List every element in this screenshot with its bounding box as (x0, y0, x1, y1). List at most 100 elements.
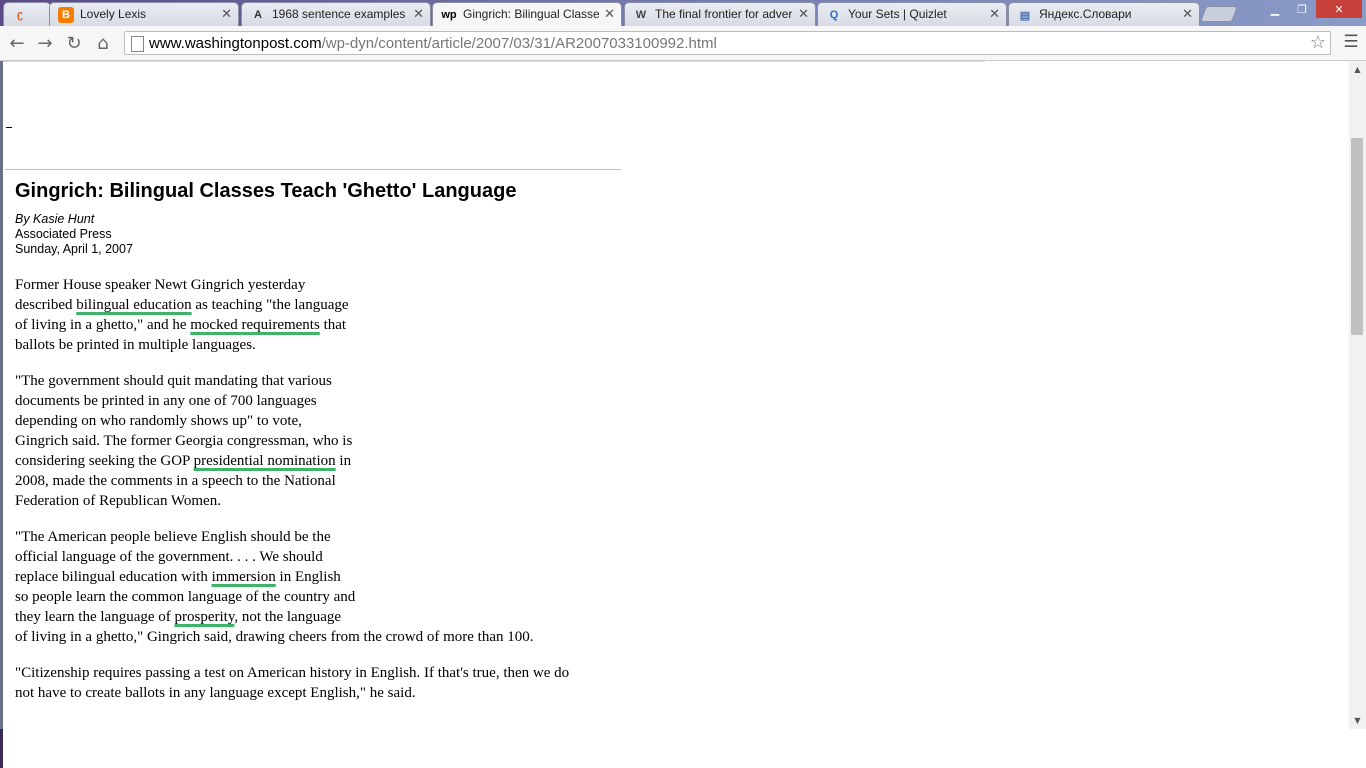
vertical-scrollbar[interactable]: ▲ ▼ (1349, 61, 1366, 729)
a-letter-icon: A (254, 9, 262, 21)
tab-close-icon[interactable]: ✕ (1182, 6, 1193, 22)
tab-3[interactable]: wp Gingrich: Bilingual Classes ✕ (432, 2, 622, 26)
scroll-up-icon[interactable]: ▲ (1349, 61, 1366, 78)
bottom-area (0, 729, 1366, 768)
url-path: /wp-dyn/content/article/2007/03/31/AR200… (321, 35, 717, 52)
top-divider (3, 61, 985, 62)
text-run: as teaching "the language (191, 297, 349, 313)
tab-4[interactable]: W The final frontier for adver ✕ (624, 2, 816, 26)
article-paragraph: "The American people believe English sho… (15, 527, 635, 647)
text-run: official language of the government. . .… (15, 549, 323, 565)
text-line: "The American people believe English sho… (15, 527, 635, 547)
text-line: 2008, made the comments in a speech to t… (15, 471, 635, 491)
tab-close-icon[interactable]: ✕ (989, 6, 1000, 22)
window-close-icon[interactable]: ✕ (1316, 0, 1362, 18)
tab-strip: ʗ B Lovely Lexis ✕ A 1968 sentence examples u… (0, 0, 1366, 26)
text-run: documents be printed in any one of 700 l… (15, 393, 317, 409)
text-line: depending on who randomly shows up" to v… (15, 411, 635, 431)
text-line: ballots be printed in multiple languages… (15, 335, 635, 355)
text-run: Federation of Republican Women. (15, 493, 221, 509)
text-run: Former House speaker Newt Gingrich yeste… (15, 277, 306, 293)
wp-logo-icon: wp (441, 9, 457, 21)
tab-close-icon[interactable]: ✕ (221, 6, 232, 22)
article-paragraph: "The government should quit mandating th… (15, 371, 635, 511)
article-paragraph: Former House speaker Newt Gingrich yeste… (15, 275, 635, 355)
tab-6[interactable]: ▤ Яндекс.Словари ✕ (1008, 2, 1200, 26)
curl-icon: ʗ (16, 9, 24, 21)
highlighted-term[interactable]: mocked requirements (190, 317, 320, 333)
text-run: so people learn the common language of t… (15, 589, 356, 605)
text-run: "Citizenship requires passing a test on … (15, 665, 570, 681)
forward-icon[interactable]: → (34, 32, 56, 54)
text-line: so people learn the common language of t… (15, 587, 635, 607)
quizlet-icon: Q (829, 9, 839, 21)
menu-icon[interactable]: ☰ (1343, 32, 1359, 52)
text-line: "The government should quit mandating th… (15, 371, 635, 391)
scroll-down-icon[interactable]: ▼ (1349, 712, 1366, 729)
text-line: replace bilingual education with immersi… (15, 567, 635, 587)
desktop-edge (0, 729, 3, 768)
tab-title: Яндекс.Словари (1039, 7, 1132, 21)
text-line: Federation of Republican Women. (15, 491, 635, 511)
text-run: they learn the language of (15, 609, 175, 625)
highlighted-term[interactable]: prosperity (175, 609, 235, 625)
tab-title: The final frontier for adver (655, 7, 793, 21)
highlighted-term[interactable]: bilingual education (76, 297, 191, 313)
text-line: "Citizenship requires passing a test on … (15, 663, 635, 683)
article-headline: Gingrich: Bilingual Classes Teach 'Ghett… (15, 180, 517, 202)
minimize-icon[interactable]: ▁ (1262, 0, 1288, 18)
highlighted-term[interactable]: presidential nomination (194, 453, 336, 469)
back-icon[interactable]: ← (6, 32, 28, 54)
scroll-thumb[interactable] (1351, 138, 1363, 335)
address-bar[interactable]: www.washingtonpost.com/wp-dyn/content/ar… (124, 31, 1331, 55)
tab-title: 1968 sentence examples u (272, 7, 408, 21)
text-run: of living in a ghetto," and he (15, 317, 191, 333)
page-viewport: Gingrich: Bilingual Classes Teach 'Ghett… (3, 61, 1349, 729)
new-tab-button[interactable] (1200, 6, 1238, 22)
tab-5[interactable]: Q Your Sets | Quizlet ✕ (817, 2, 1007, 26)
home-icon[interactable]: ⌂ (92, 32, 114, 54)
tab-close-icon[interactable]: ✕ (798, 6, 809, 22)
text-line: described bilingual education as teachin… (15, 295, 635, 315)
text-line: documents be printed in any one of 700 l… (15, 391, 635, 411)
text-run: considering seeking the GOP (15, 453, 194, 469)
text-run: 2008, made the comments in a speech to t… (15, 473, 336, 489)
tab-0[interactable]: ʗ (3, 2, 51, 26)
text-run: depending on who randomly shows up" to v… (15, 413, 302, 429)
url-text: www.washingtonpost.com/wp-dyn/content/ar… (149, 35, 717, 52)
article-body: Former House speaker Newt Gingrich yeste… (15, 275, 635, 703)
text-line: of living in a ghetto," Gingrich said, d… (15, 627, 635, 647)
tab-1[interactable]: B Lovely Lexis ✕ (49, 2, 239, 26)
text-run: ballots be printed in multiple languages… (15, 337, 256, 353)
text-run: replace bilingual education with (15, 569, 212, 585)
text-run: "The government should quit mandating th… (15, 373, 332, 389)
text-line: they learn the language of prosperity, n… (15, 607, 635, 627)
reload-icon[interactable]: ↻ (63, 32, 85, 54)
text-run: Gingrich said. The former Georgia congre… (15, 433, 353, 449)
highlighted-term[interactable]: immersion (212, 569, 276, 585)
document-icon: ▤ (1019, 9, 1031, 22)
article-paragraph: "Citizenship requires passing a test on … (15, 663, 635, 703)
header-rule (5, 169, 621, 170)
text-line: official language of the government. . .… (15, 547, 635, 567)
text-run: of living in a ghetto," Gingrich said, d… (15, 629, 534, 645)
text-line: of living in a ghetto," and he mocked re… (15, 315, 635, 335)
w-logo-icon: W (635, 9, 647, 21)
blogger-icon: B (58, 7, 74, 23)
cursor-mark (6, 127, 12, 128)
tab-2[interactable]: A 1968 sentence examples u ✕ (241, 2, 431, 26)
text-line: considering seeking the GOP presidential… (15, 451, 635, 471)
tab-close-icon[interactable]: ✕ (604, 6, 615, 22)
article-agency: Associated Press (15, 227, 112, 241)
text-run: "The American people believe English sho… (15, 529, 331, 545)
text-run: in (335, 453, 352, 469)
tab-close-icon[interactable]: ✕ (413, 6, 424, 22)
url-host: www.washingtonpost.com (149, 35, 322, 52)
maximize-icon[interactable]: ❐ (1289, 0, 1315, 18)
bookmark-star-icon[interactable]: ☆ (1310, 32, 1326, 53)
text-line: Gingrich said. The former Georgia congre… (15, 431, 635, 451)
article: Gingrich: Bilingual Classes Teach 'Ghett… (15, 179, 635, 703)
tab-title: Gingrich: Bilingual Classes (463, 7, 599, 21)
text-run: , not the language (234, 609, 342, 625)
page-icon (131, 36, 144, 52)
